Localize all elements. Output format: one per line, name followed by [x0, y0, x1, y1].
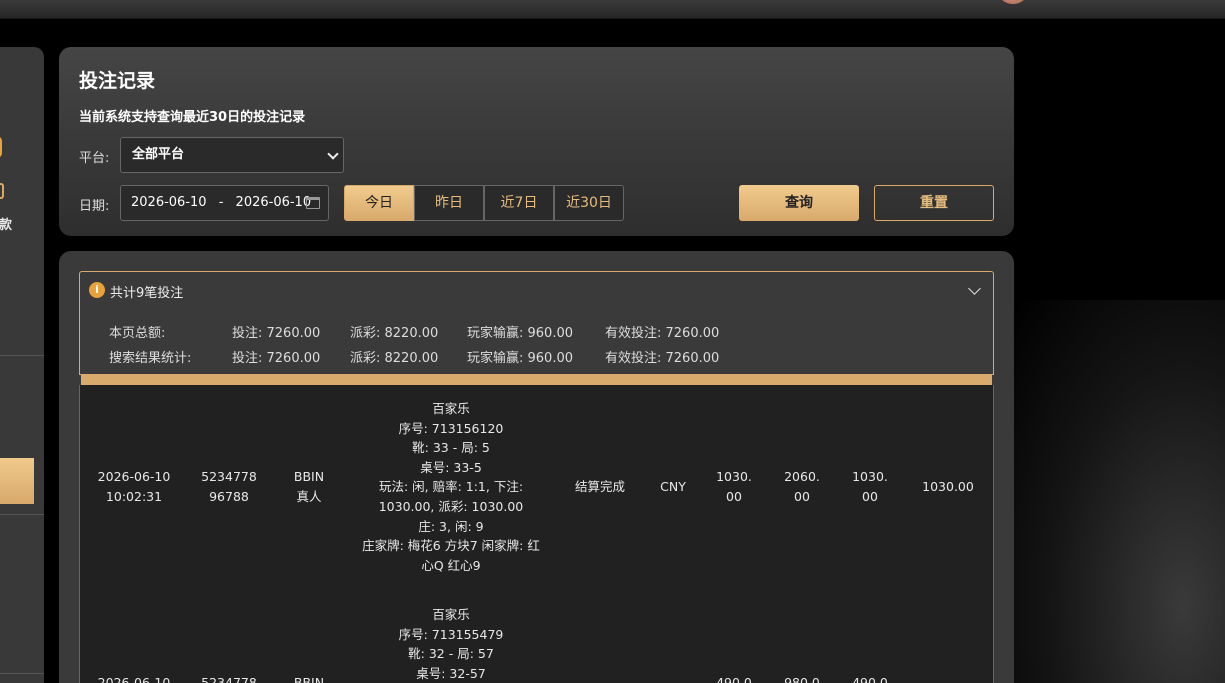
- detail-line: 序号: 713155479: [398, 626, 504, 642]
- avatar[interactable]: [996, 0, 1030, 4]
- page-total-bet: 投注: 7260.00: [232, 326, 321, 341]
- win-part: 1030.: [852, 469, 888, 484]
- detail-line: 百家乐: [432, 401, 470, 416]
- records-table: 2026-06-10 10:02:31 5234778 96788 BBIN 真…: [79, 385, 994, 683]
- detail-line: 1030.00, 派彩: 1030.00: [378, 498, 524, 514]
- sidebar: 取款: [0, 47, 44, 683]
- record-platform: BBIN 真人: [274, 467, 344, 506]
- summary-title: 共计9笔投注: [110, 286, 184, 301]
- sidebar-item-active[interactable]: [0, 458, 34, 504]
- bet-part: 00: [726, 488, 742, 504]
- detail-line: 靴: 33 - 局: 5: [412, 440, 490, 456]
- results-panel: i 共计9笔投注 本页总额: 投注: 7260.00 派彩: 8220.00 玩…: [59, 251, 1014, 683]
- sidebar-divider: [0, 355, 44, 356]
- reset-button[interactable]: 重置: [874, 185, 994, 221]
- detail-line: 玩法: 闲, 赔率: 1:1, 下注:: [378, 479, 524, 495]
- detail-line: 心Q 红心9: [421, 557, 481, 573]
- detail-line: 桌号: 33-5: [420, 459, 482, 475]
- search-total-label: 搜索结果统计:: [109, 351, 192, 366]
- date-range-input[interactable]: 2026-06-10 - 2026-06-10: [120, 185, 329, 221]
- record-time: 2026-06-10 10:02:31: [86, 467, 182, 506]
- search-total-valid: 有效投注: 7260.00: [605, 351, 720, 366]
- chevron-down-icon: [327, 148, 339, 160]
- record-currency: CNY: [660, 479, 686, 494]
- date-end: 2026-06-10: [235, 195, 312, 210]
- detail-line: 桌号: 32-57: [416, 665, 486, 681]
- sidebar-item-withdraw-label[interactable]: 取款: [0, 214, 12, 233]
- date-label: 日期:: [79, 199, 110, 214]
- background-glow: [1014, 300, 1225, 683]
- record-win: 490.0: [852, 675, 888, 683]
- record-bet: 490.0: [716, 675, 752, 683]
- date-start: 2026-06-10: [131, 195, 207, 210]
- today-button[interactable]: 今日: [344, 185, 414, 221]
- record-detail: 百家乐 序号: 713156120 靴: 33 - 局: 5 桌号: 33-5 …: [350, 399, 552, 575]
- platform-label: 平台:: [79, 151, 110, 166]
- info-icon: i: [89, 282, 105, 298]
- record-win: 1030. 00: [842, 467, 898, 506]
- date-separator: -: [218, 195, 224, 210]
- payout-part: 2060.: [784, 469, 820, 484]
- table-header: [81, 374, 992, 385]
- page-total-payout: 派彩: 8220.00: [350, 326, 439, 341]
- card-icon[interactable]: [0, 183, 4, 199]
- platform-select[interactable]: 全部平台: [120, 137, 344, 173]
- record-payout: 980.0: [784, 675, 820, 683]
- detail-line: 百家乐: [432, 607, 470, 622]
- record-payout: 2060. 00: [774, 467, 830, 506]
- search-total-bet: 投注: 7260.00: [232, 351, 321, 366]
- platform-name: BBIN: [293, 469, 325, 484]
- record-status: 结算完成: [574, 479, 625, 494]
- record-bet: 1030. 00: [706, 467, 762, 506]
- bet-part: 1030.: [716, 469, 752, 484]
- search-total-payout: 派彩: 8220.00: [350, 351, 439, 366]
- record-time-value: 10:02:31: [105, 488, 163, 504]
- record-order-id: 5234778: [201, 675, 257, 683]
- page-title: 投注记录: [79, 70, 156, 92]
- detail-line: 庄: 3, 闲: 9: [418, 518, 484, 534]
- record-valid-bet: 1030.00: [922, 479, 974, 494]
- chevron-down-icon[interactable]: [968, 282, 981, 295]
- sidebar-divider: [0, 673, 44, 674]
- order-id-part: 96788: [209, 488, 249, 504]
- platform-type: 真人: [296, 488, 322, 504]
- last-7-days-button[interactable]: 近7日: [484, 185, 554, 221]
- record-platform: BBIN: [293, 675, 325, 683]
- last-30-days-button[interactable]: 近30日: [554, 185, 624, 221]
- search-total-win: 玩家输赢: 960.00: [467, 351, 573, 366]
- record-detail: 百家乐 序号: 713155479 靴: 32 - 局: 57 桌号: 32-5…: [350, 605, 552, 683]
- filter-panel: 投注记录 当前系统支持查询最近30日的投注记录 平台: 全部平台 日期: 202…: [59, 47, 1014, 236]
- detail-line: 庄家牌: 梅花6 方块7 闲家牌: 红: [362, 538, 540, 554]
- record-date: 2026-06-10: [97, 469, 171, 484]
- detail-line: 序号: 713156120: [398, 420, 504, 436]
- order-id-part: 5234778: [201, 469, 257, 484]
- wallet-icon[interactable]: [0, 136, 2, 158]
- record-order-id: 5234778 96788: [184, 467, 274, 506]
- top-bar: [0, 0, 1225, 19]
- page-total-valid: 有效投注: 7260.00: [605, 326, 720, 341]
- sidebar-divider: [0, 514, 44, 515]
- summary-box: i 共计9笔投注 本页总额: 投注: 7260.00 派彩: 8220.00 玩…: [79, 271, 994, 375]
- page-total-label: 本页总额:: [109, 326, 166, 341]
- detail-line: 靴: 32 - 局: 57: [408, 646, 494, 662]
- page-total-win: 玩家输赢: 960.00: [467, 326, 573, 341]
- query-button[interactable]: 查询: [739, 185, 859, 221]
- yesterday-button[interactable]: 昨日: [414, 185, 484, 221]
- payout-part: 00: [794, 488, 810, 504]
- calendar-icon: [306, 197, 320, 209]
- page-subtitle: 当前系统支持查询最近30日的投注记录: [79, 110, 306, 125]
- platform-select-value: 全部平台: [132, 147, 185, 162]
- win-part: 00: [862, 488, 878, 504]
- record-date: 2026-06-10: [97, 675, 171, 683]
